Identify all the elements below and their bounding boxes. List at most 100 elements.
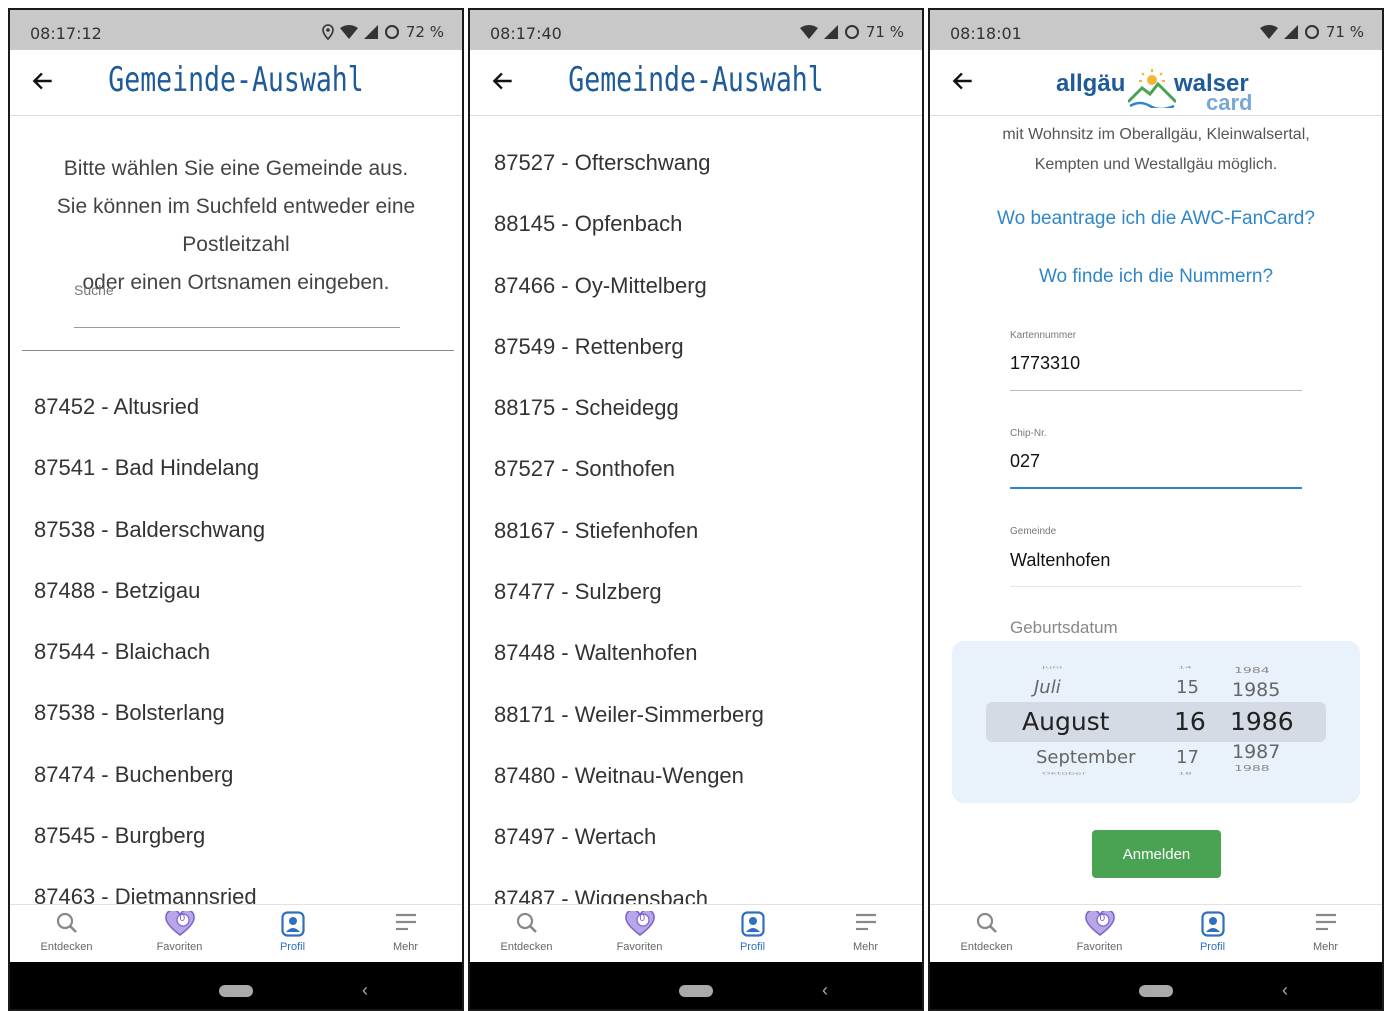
battery-percent: 71 % — [1325, 23, 1364, 41]
back-arrow-icon[interactable] — [950, 68, 976, 94]
logo-text-allgaeu: allgäu — [1056, 70, 1126, 97]
system-back-icon[interactable]: ‹ — [822, 980, 828, 1001]
gemeinde-list-item[interactable]: 88171 - Weiler-Simmerberg — [470, 684, 922, 745]
chip-number-underline — [1010, 487, 1302, 489]
gemeinde-list-item[interactable]: 87477 - Sulzberg — [470, 561, 922, 622]
nav-label: Entdecken — [960, 941, 1013, 953]
gemeinde-list-item[interactable]: 87474 - Buchenberg — [10, 744, 462, 805]
status-bar: 08:18:01 71 % — [930, 10, 1382, 50]
nav-favoriten[interactable]: 0 Favoriten — [1043, 905, 1156, 962]
nav-profil[interactable]: Profil — [696, 905, 809, 962]
nav-label: Mehr — [392, 941, 419, 953]
intro-line: Sie können im Suchfeld entweder eine Pos… — [56, 195, 416, 256]
menu-icon — [854, 911, 878, 939]
search-input[interactable] — [74, 304, 400, 328]
gemeinde-list-item[interactable]: 87544 - Blaichach — [10, 621, 462, 682]
nav-mehr[interactable]: Mehr — [349, 905, 462, 962]
picker-month-selected[interactable]: August — [1022, 707, 1110, 736]
picker-day-selected[interactable]: 16 — [1174, 707, 1206, 736]
gemeinde-list-item[interactable]: 87549 - Rettenberg — [470, 316, 922, 377]
gemeinde-list-item[interactable]: 88175 - Scheidegg — [470, 377, 922, 438]
picker-month[interactable]: Juli — [1034, 677, 1061, 698]
login-button[interactable]: Anmelden — [1092, 830, 1221, 878]
home-button[interactable] — [679, 985, 713, 997]
gemeinde-list-item[interactable]: 87448 - Waltenhofen — [470, 622, 922, 683]
picker-year[interactable]: 1988 — [1234, 765, 1270, 774]
gemeinde-list-item[interactable]: 87480 - Weitnau-Wengen — [470, 745, 922, 806]
picker-year[interactable]: 1985 — [1232, 679, 1280, 701]
gemeinde-list-item[interactable]: 87545 - Burgberg — [10, 805, 462, 866]
card-number-label: Kartennummer — [1010, 330, 1077, 341]
picker-day[interactable]: 17 — [1176, 747, 1199, 768]
nav-entdecken[interactable]: Entdecken — [930, 905, 1043, 962]
back-arrow-icon[interactable] — [30, 68, 56, 94]
gemeinde-list-item[interactable]: 88145 - Opfenbach — [470, 193, 922, 254]
intro-text: Bitte wählen Sie eine Gemeinde aus. Sie … — [10, 150, 462, 302]
nav-mehr[interactable]: Mehr — [1269, 905, 1382, 962]
heart-icon: 0 — [624, 909, 656, 939]
back-arrow-icon[interactable] — [490, 68, 516, 94]
gemeinde-field[interactable]: Waltenhofen — [1010, 550, 1110, 571]
birthdate-picker[interactable]: Juni Juli August September Oktober 14 15… — [952, 641, 1360, 803]
wifi-icon — [1259, 25, 1278, 39]
system-back-icon[interactable]: ‹ — [1282, 980, 1288, 1001]
gemeinde-list-item[interactable]: 87541 - Bad Hindelang — [10, 437, 462, 498]
gemeinde-list-item[interactable]: 87488 - Betzigau — [10, 560, 462, 621]
favorites-count-badge: 0 — [179, 913, 186, 924]
page-title: Gemeinde-Auswahl — [568, 60, 824, 100]
picker-month[interactable]: Oktober — [1042, 771, 1086, 776]
signal-icon — [823, 25, 838, 39]
battery-saver-icon — [844, 25, 859, 39]
picker-day[interactable]: 15 — [1176, 677, 1199, 698]
bottom-nav: Entdecken 0 Favoriten Profil Mehr — [10, 904, 462, 962]
heart-icon: 0 — [164, 909, 196, 939]
picker-year[interactable]: 1987 — [1232, 741, 1280, 763]
gemeinde-list-item[interactable]: 87527 - Sonthofen — [470, 438, 922, 499]
home-button[interactable] — [1139, 985, 1173, 997]
gemeinde-list-item[interactable]: 87527 - Ofterschwang — [470, 132, 922, 193]
gemeinde-list-item[interactable]: 87497 - Wertach — [470, 806, 922, 867]
status-time: 08:18:01 — [950, 24, 1022, 43]
home-button[interactable] — [219, 985, 253, 997]
nav-label: Favoriten — [616, 941, 663, 953]
nav-label: Mehr — [852, 941, 879, 953]
intro-line: Bitte wählen Sie eine Gemeinde aus. — [63, 157, 409, 180]
status-bar: 08:17:12 72 % — [10, 10, 462, 50]
info-text: mit Wohnsitz im Oberallgäu, Kleinwalsert… — [930, 120, 1382, 180]
chip-number-field[interactable]: 027 — [1010, 451, 1040, 472]
nav-entdecken[interactable]: Entdecken — [10, 905, 123, 962]
battery-percent: 71 % — [865, 23, 904, 41]
page-title: Gemeinde-Auswahl — [108, 60, 364, 100]
picker-year-selected[interactable]: 1986 — [1230, 707, 1294, 736]
picker-month[interactable]: September — [1036, 747, 1136, 768]
status-time: 08:17:12 — [30, 24, 102, 43]
favorites-count-badge: 0 — [639, 913, 646, 924]
gemeinde-list-item[interactable]: 87466 - Oy-Mittelberg — [470, 255, 922, 316]
picker-year[interactable]: 1984 — [1234, 667, 1270, 676]
bottom-nav: Entdecken 0 Favoriten Profil Mehr — [930, 904, 1382, 962]
picker-month[interactable]: Juni — [1042, 665, 1062, 670]
nav-label: Favoriten — [156, 941, 203, 953]
bottom-nav: Entdecken 0 Favoriten Profil Mehr — [470, 904, 922, 962]
profile-icon — [740, 911, 765, 939]
sun-mountain-icon — [1128, 69, 1176, 108]
find-numbers-link[interactable]: Wo finde ich die Nummern? — [930, 266, 1382, 288]
gemeinde-list-item[interactable]: 87538 - Bolsterlang — [10, 682, 462, 743]
system-back-icon[interactable]: ‹ — [362, 980, 368, 1001]
gemeinde-list-item[interactable]: 87452 - Altusried — [10, 376, 462, 437]
logo-text-card: card — [1206, 90, 1253, 115]
picker-day[interactable]: 18 — [1178, 771, 1192, 776]
gemeinde-list-item[interactable]: 88167 - Stiefenhofen — [470, 500, 922, 561]
nav-entdecken[interactable]: Entdecken — [470, 905, 583, 962]
nav-mehr[interactable]: Mehr — [809, 905, 922, 962]
fancard-link[interactable]: Wo beantrage ich die AWC-FanCard? — [930, 208, 1382, 230]
picker-day[interactable]: 14 — [1178, 665, 1192, 670]
card-number-field[interactable]: 1773310 — [1010, 353, 1080, 374]
profile-icon — [280, 911, 305, 939]
nav-favoriten[interactable]: 0 Favoriten — [583, 905, 696, 962]
nav-profil[interactable]: Profil — [1156, 905, 1269, 962]
nav-label: Profil — [1199, 941, 1226, 953]
nav-favoriten[interactable]: 0 Favoriten — [123, 905, 236, 962]
nav-profil[interactable]: Profil — [236, 905, 349, 962]
gemeinde-list-item[interactable]: 87538 - Balderschwang — [10, 499, 462, 560]
